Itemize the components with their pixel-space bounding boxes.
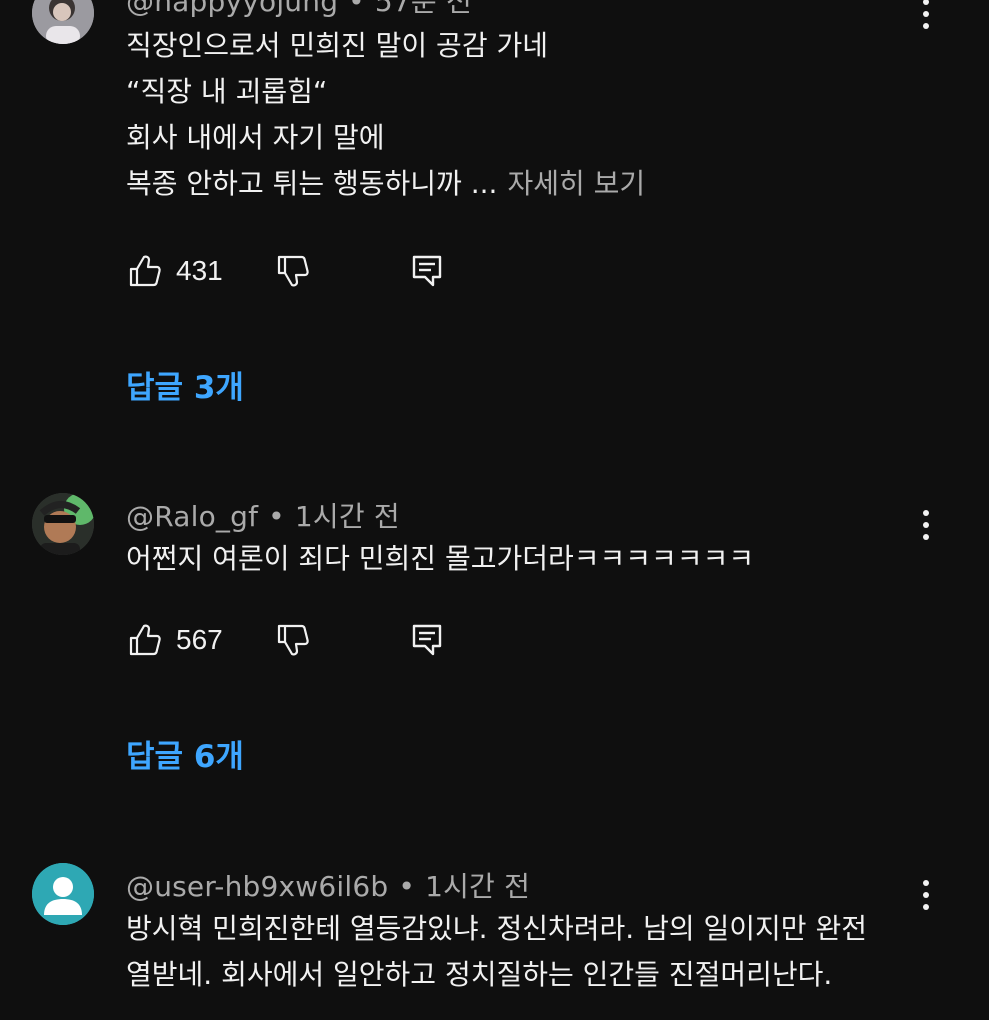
more-vertical-icon bbox=[923, 0, 929, 5]
meta-separator: • bbox=[348, 0, 365, 18]
reply-comment-icon bbox=[412, 255, 442, 287]
kebab-dot bbox=[923, 23, 929, 29]
like-count: 431 bbox=[176, 255, 223, 286]
comment-actions: 567 bbox=[126, 618, 466, 662]
person-icon bbox=[32, 863, 94, 925]
comment-line: 어쩐지 여론이 죄다 민희진 몰고가더라ㅋㅋㅋㅋㅋㅋㅋ bbox=[126, 542, 755, 575]
comment-line: 방시혁 민희진한테 열등감있냐. 정신차려라. 남의 일이지만 완전 bbox=[126, 912, 867, 945]
thumbs-down-icon bbox=[277, 624, 309, 656]
reply-button[interactable] bbox=[411, 618, 443, 662]
avatar-photo bbox=[32, 493, 94, 555]
view-replies-button[interactable]: 답글 6개 bbox=[126, 731, 244, 776]
comment-time: 57분 전 bbox=[374, 0, 472, 18]
author-handle[interactable]: @happyyojung bbox=[126, 0, 338, 18]
comment-actions: 431 bbox=[126, 249, 466, 293]
kebab-dot bbox=[923, 11, 929, 17]
thumbs-down-icon bbox=[277, 255, 309, 287]
more-vertical-icon bbox=[923, 510, 929, 516]
view-replies-button[interactable]: 답글 3개 bbox=[126, 362, 244, 407]
more-options-button[interactable] bbox=[908, 503, 944, 547]
thumbs-up-icon bbox=[129, 255, 161, 287]
more-options-button[interactable] bbox=[908, 873, 944, 917]
kebab-dot bbox=[923, 522, 929, 528]
comment-text: 직장인으로서 민희진 말이 공감 가네 “직장 내 괴롭힘“ 회사 내에서 자기… bbox=[126, 23, 645, 207]
comment-line: 직장인으로서 민희진 말이 공감 가네 bbox=[126, 29, 549, 62]
dislike-button[interactable] bbox=[276, 249, 310, 293]
meta-separator: • bbox=[398, 870, 416, 903]
kebab-dot bbox=[923, 892, 929, 898]
thumbs-up-icon bbox=[129, 624, 161, 656]
comment-text: 방시혁 민희진한테 열등감있냐. 정신차려라. 남의 일이지만 완전 열받네. … bbox=[126, 906, 867, 998]
comment-time: 1시간 전 bbox=[294, 500, 400, 533]
comment-time: 1시간 전 bbox=[425, 870, 531, 903]
comment-line: “직장 내 괴롭힘“ bbox=[126, 75, 328, 108]
reply-button[interactable] bbox=[411, 249, 443, 293]
comment-line: 열받네. 회사에서 일안하고 정치질하는 인간들 진절머리난다. bbox=[126, 958, 833, 991]
dislike-button[interactable] bbox=[276, 618, 310, 662]
read-more-link[interactable]: 자세히 보기 bbox=[507, 167, 645, 200]
comment-line: 회사 내에서 자기 말에 bbox=[126, 121, 385, 154]
kebab-dot bbox=[923, 534, 929, 540]
reply-comment-icon bbox=[412, 624, 442, 656]
avatar[interactable] bbox=[32, 863, 94, 925]
more-vertical-icon bbox=[923, 880, 929, 886]
avatar-photo bbox=[32, 0, 94, 44]
comment-meta: @user-hb9xw6il6b • 1시간 전 bbox=[126, 865, 530, 905]
comment-text: 어쩐지 여론이 죄다 민희진 몰고가더라ㅋㅋㅋㅋㅋㅋㅋ bbox=[126, 536, 754, 582]
author-handle[interactable]: @Ralo_gf bbox=[126, 500, 258, 533]
comment-line-text: 복종 안하고 튀는 행동하니까 ... bbox=[126, 167, 498, 200]
meta-separator: • bbox=[268, 500, 285, 533]
comment-line: 복종 안하고 튀는 행동하니까 ... 자세히 보기 bbox=[126, 161, 645, 207]
author-handle[interactable]: @user-hb9xw6il6b bbox=[126, 870, 388, 903]
kebab-dot bbox=[923, 904, 929, 910]
comment-meta: @Ralo_gf • 1시간 전 bbox=[126, 495, 400, 535]
avatar[interactable] bbox=[32, 0, 94, 44]
like-button[interactable]: 567 bbox=[128, 618, 223, 662]
more-options-button[interactable] bbox=[908, 0, 944, 36]
like-count: 567 bbox=[176, 624, 223, 655]
avatar[interactable] bbox=[32, 493, 94, 555]
like-button[interactable]: 431 bbox=[128, 249, 223, 293]
comment-meta: @happyyojung • 57분 전 bbox=[126, 0, 472, 20]
